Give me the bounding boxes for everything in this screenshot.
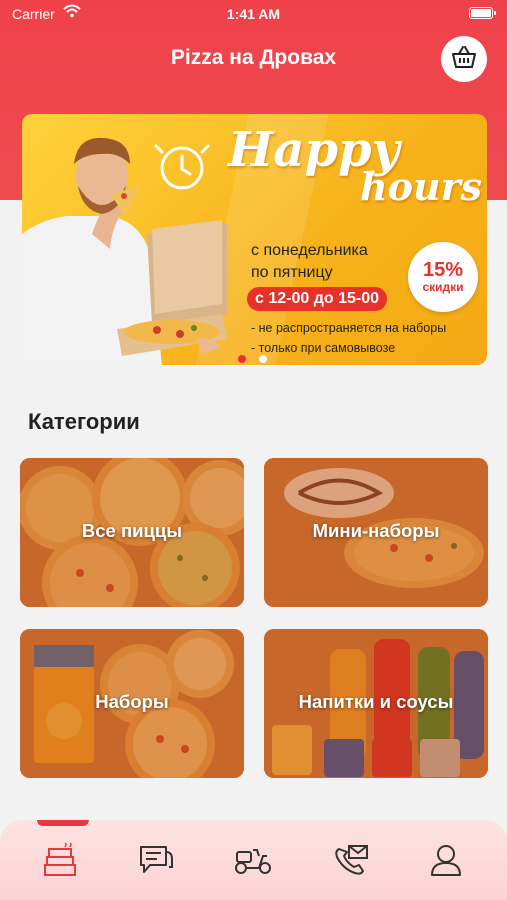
category-all-pizzas[interactable]: Все пиццы (20, 458, 244, 607)
banner-page-indicator (238, 350, 276, 365)
page-title: Pizza на Дровах (170, 46, 337, 69)
promo-days-line2: по пятницу (251, 264, 333, 281)
pizza-boxes-icon (41, 841, 81, 882)
promo-hours-badge: с 12-00 до 15-00 (247, 287, 388, 311)
tab-menu[interactable] (39, 841, 83, 882)
cart-button[interactable] (441, 36, 487, 82)
scooter-icon (233, 844, 273, 881)
category-label: Мини-наборы (312, 520, 440, 541)
promo-days-line1: с понедельника (251, 242, 368, 259)
status-time: 1:41 AM (226, 6, 281, 22)
chat-icon (138, 843, 176, 882)
phone-icon (331, 843, 371, 882)
category-label: Наборы (95, 691, 169, 712)
page-dot-active[interactable] (238, 355, 246, 363)
category-label: Напитки и соусы (298, 691, 454, 712)
tab-bar (0, 820, 507, 900)
basket-icon (451, 45, 477, 74)
category-drinks-sauces[interactable]: Напитки и соусы (264, 629, 488, 778)
tab-contacts[interactable] (329, 842, 373, 882)
active-tab-indicator (37, 820, 89, 826)
promo-days: с понедельника по пятницу (251, 240, 368, 284)
category-label: Все пиццы (81, 520, 183, 541)
profile-icon (429, 843, 463, 882)
tab-profile[interactable] (424, 842, 468, 882)
category-mini-sets[interactable]: Мини-наборы (264, 458, 488, 607)
promo-note: - не распространяется на наборы (251, 321, 447, 335)
promo-headline: Happy hours (220, 122, 483, 209)
promo-note: - только при самовывозе (251, 341, 396, 355)
categories-title: Категории (28, 409, 140, 434)
promo-headline-line2: hours (360, 164, 483, 209)
discount-percent: 15% (422, 259, 464, 281)
promo-person-image (22, 137, 227, 365)
discount-label: скидки (422, 280, 464, 294)
tab-chat[interactable] (135, 842, 179, 882)
discount-badge: 15% скидки (408, 242, 478, 312)
promo-banner[interactable]: Happy hours с понедельника по пятницу с … (22, 114, 487, 365)
battery-icon (469, 7, 496, 19)
promo-notes: - не распространяется на наборы - только… (251, 318, 446, 358)
status-bar: Carrier 1:41 AM (0, 0, 507, 28)
page-dot[interactable] (259, 355, 268, 363)
category-sets[interactable]: Наборы (20, 629, 244, 778)
tab-delivery[interactable] (231, 842, 275, 882)
